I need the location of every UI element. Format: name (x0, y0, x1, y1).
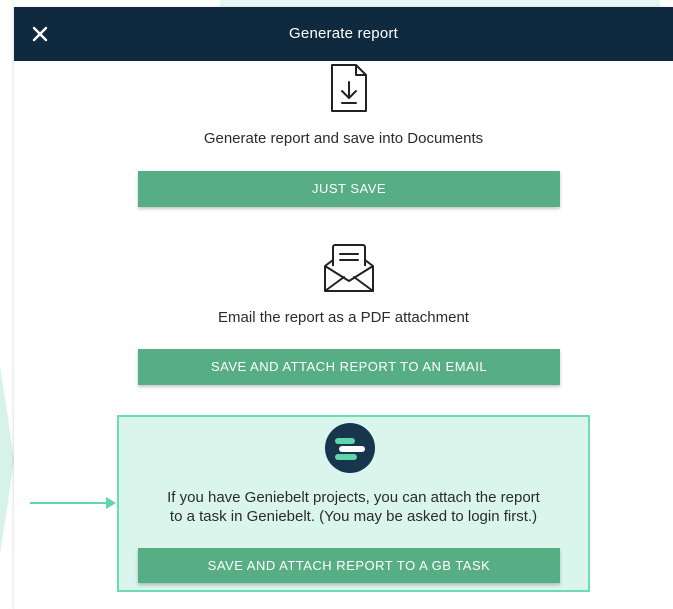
save-attach-gb-task-button[interactable]: SAVE AND ATTACH REPORT TO A GB TASK (138, 548, 560, 583)
save-attach-email-button[interactable]: SAVE AND ATTACH REPORT TO AN EMAIL (138, 349, 560, 385)
arrow-right-icon (30, 495, 120, 511)
geniebelt-option-panel: If you have Geniebelt projects, you can … (117, 415, 590, 592)
envelope-open-icon (322, 240, 376, 294)
just-save-button[interactable]: JUST SAVE (138, 171, 560, 207)
generate-report-dialog: Generate report Generate report and save… (14, 7, 673, 609)
dialog-header: Generate report (14, 7, 673, 61)
geniebelt-description-line-2: to a task in Geniebelt. (You may be aske… (169, 508, 538, 525)
save-description: Generate report and save into Documents (203, 130, 484, 147)
background-decoration-left (0, 365, 14, 555)
geniebelt-description: If you have Geniebelt projects, you can … (119, 488, 588, 526)
geniebelt-logo-icon (325, 423, 375, 473)
close-icon[interactable] (28, 22, 52, 46)
geniebelt-description-line-1: If you have Geniebelt projects, you can … (167, 489, 540, 506)
email-description: Email the report as a PDF attachment (218, 309, 469, 326)
document-download-icon (329, 62, 369, 114)
dialog-title: Generate report (289, 25, 398, 42)
